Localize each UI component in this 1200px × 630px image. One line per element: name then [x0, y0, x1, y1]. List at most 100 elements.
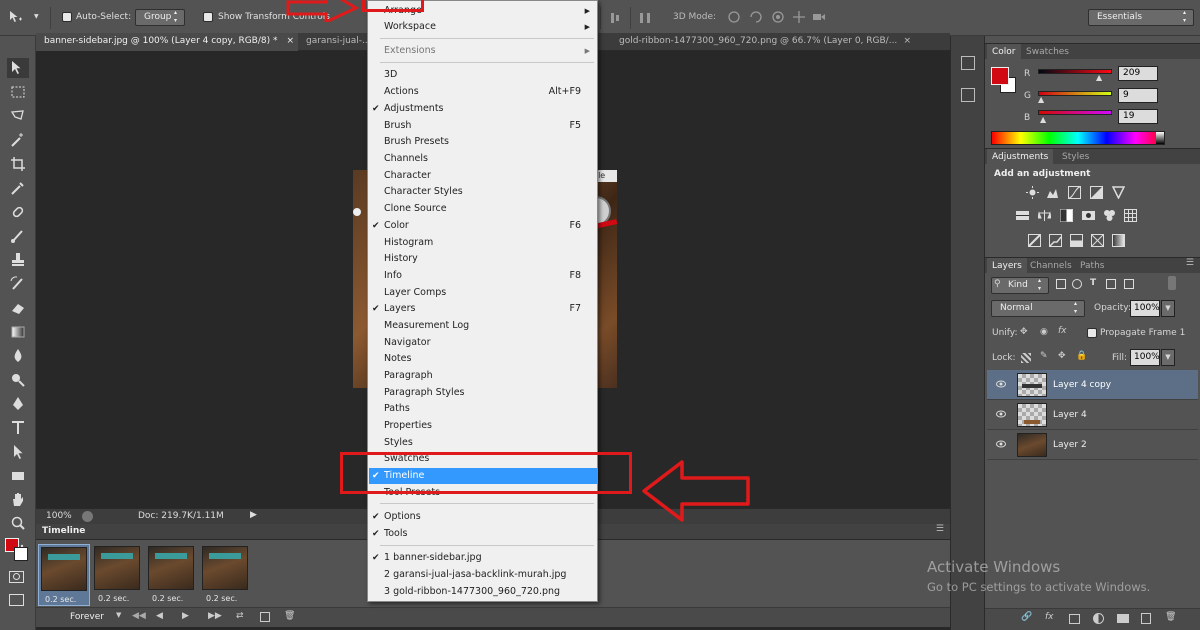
- filter-adjustment-icon[interactable]: [1072, 279, 1082, 289]
- preset-dropdown-arrow-icon[interactable]: ▼: [34, 13, 39, 20]
- auto-select-checkbox[interactable]: [62, 12, 72, 22]
- doc-tab-banner-sidebar[interactable]: banner-sidebar.jpg @ 100% (Layer 4 copy,…: [36, 33, 298, 51]
- menu-item-tools[interactable]: ✔ Tools: [369, 526, 597, 542]
- pen-tool-icon[interactable]: [7, 394, 29, 414]
- link-layers-icon[interactable]: 🔗: [1021, 612, 1032, 622]
- 3d-roll-icon[interactable]: [749, 10, 763, 24]
- history-panel-icon[interactable]: [961, 56, 975, 70]
- tab-styles[interactable]: Styles: [1057, 149, 1094, 165]
- delete-layer-icon[interactable]: 🗑: [1165, 612, 1176, 622]
- move-tool-icon[interactable]: [7, 58, 29, 78]
- brush-tool-icon[interactable]: [7, 226, 29, 246]
- menu-item-properties[interactable]: Properties: [369, 418, 597, 434]
- opacity-dropdown-icon[interactable]: ▼: [1161, 300, 1175, 317]
- gradient-map-icon[interactable]: [1112, 234, 1125, 247]
- share-icon[interactable]: [82, 511, 93, 522]
- clone-stamp-tool-icon[interactable]: [7, 250, 29, 270]
- status-menu-arrow-icon[interactable]: ▶: [250, 510, 257, 520]
- frame-delay[interactable]: 0.2 sec.: [206, 594, 237, 603]
- prev-frame-icon[interactable]: ◀: [156, 611, 163, 621]
- hand-tool-icon[interactable]: [7, 490, 29, 510]
- slider-thumb-icon[interactable]: ▲: [1096, 73, 1102, 82]
- photo-filter-icon[interactable]: [1082, 209, 1095, 222]
- menu-item-channels[interactable]: Channels: [369, 151, 597, 167]
- layer-row[interactable]: Layer 4: [987, 400, 1198, 430]
- menu-item-navigator[interactable]: Navigator: [369, 335, 597, 351]
- lock-all-icon[interactable]: 🔒: [1076, 351, 1087, 361]
- tab-adjustments[interactable]: Adjustments: [987, 149, 1054, 165]
- rectangle-tool-icon[interactable]: [7, 466, 29, 486]
- selective-color-icon[interactable]: [1091, 234, 1104, 247]
- tab-layers[interactable]: Layers: [987, 258, 1027, 274]
- visibility-eye-icon[interactable]: [996, 380, 1006, 388]
- slider-thumb-icon[interactable]: ▲: [1040, 115, 1046, 124]
- visibility-eye-icon[interactable]: [996, 440, 1006, 448]
- frame-delay[interactable]: 0.2 sec.: [98, 594, 129, 603]
- channel-value-b[interactable]: 19: [1118, 109, 1158, 124]
- tab-paths[interactable]: Paths: [1075, 258, 1109, 274]
- propagate-checkbox[interactable]: [1087, 328, 1097, 338]
- type-tool-icon[interactable]: [7, 418, 29, 438]
- frame-delay[interactable]: 0.2 sec.: [45, 595, 76, 604]
- menu-item-paragraph[interactable]: Paragraph: [369, 368, 597, 384]
- background-color-swatch[interactable]: [14, 547, 28, 561]
- menu-item-color[interactable]: ✔ Color F6: [369, 218, 597, 234]
- workspace-dropdown[interactable]: Essentials: [1088, 9, 1194, 26]
- doc-tab-garansi[interactable]: garansi-jual-...: [298, 33, 368, 51]
- new-group-icon[interactable]: [1117, 614, 1129, 623]
- layer-row[interactable]: Layer 2: [987, 430, 1198, 460]
- move-tool-preset-icon[interactable]: [8, 10, 22, 24]
- levels-icon[interactable]: [1046, 186, 1059, 199]
- healing-brush-tool-icon[interactable]: [7, 202, 29, 222]
- visibility-eye-icon[interactable]: [996, 410, 1006, 418]
- filter-shape-icon[interactable]: [1106, 279, 1116, 289]
- zoom-tool-icon[interactable]: [7, 514, 29, 534]
- timeline-frame[interactable]: 3 0.2 sec.: [146, 544, 198, 606]
- menu-item-measurement-log[interactable]: Measurement Log: [369, 318, 597, 334]
- auto-select-dropdown[interactable]: Group: [135, 9, 185, 26]
- timeline-frame[interactable]: 4 0.2 sec.: [200, 544, 252, 606]
- path-selection-tool-icon[interactable]: [7, 442, 29, 462]
- menu-item-notes[interactable]: Notes: [369, 351, 597, 367]
- menu-item-info[interactable]: Info F8: [369, 268, 597, 284]
- threshold-icon[interactable]: [1070, 234, 1083, 247]
- crop-tool-icon[interactable]: [7, 154, 29, 174]
- hue-saturation-icon[interactable]: [1016, 209, 1029, 222]
- menu-item-paths[interactable]: Paths: [369, 401, 597, 417]
- unify-position-icon[interactable]: ✥: [1020, 327, 1028, 337]
- menu-item-adjustments[interactable]: ✔ Adjustments: [369, 101, 597, 117]
- brightness-contrast-icon[interactable]: [1026, 186, 1039, 199]
- color-balance-icon[interactable]: [1037, 209, 1052, 222]
- filter-pixel-icon[interactable]: [1056, 279, 1066, 289]
- menu-item-paragraph-styles[interactable]: Paragraph Styles: [369, 385, 597, 401]
- vibrance-icon[interactable]: [1111, 186, 1126, 200]
- next-frame-icon[interactable]: ▶▶: [208, 611, 222, 621]
- color-lookup-icon[interactable]: [1124, 209, 1137, 222]
- menu-item-extensions[interactable]: Extensions ▶: [369, 43, 597, 59]
- channel-value-r[interactable]: 209: [1118, 66, 1158, 81]
- menu-item-brush[interactable]: Brush F5: [369, 118, 597, 134]
- unify-visibility-icon[interactable]: ◉: [1040, 327, 1048, 337]
- lock-image-icon[interactable]: ✎: [1040, 351, 1048, 361]
- menu-item-options[interactable]: ✔ Options: [369, 509, 597, 525]
- channel-value-g[interactable]: 9: [1118, 88, 1158, 103]
- menu-item-recent-3[interactable]: 3 gold-ribbon-1477300_960_720.png: [369, 584, 597, 600]
- panel-menu-icon[interactable]: ☰: [936, 524, 944, 534]
- delete-frame-icon[interactable]: 🗑: [284, 611, 295, 621]
- slider-thumb-icon[interactable]: ▲: [1038, 95, 1044, 104]
- tab-channels[interactable]: Channels: [1025, 258, 1077, 274]
- menu-item-recent-2[interactable]: 2 garansi-jual-jasa-backlink-murah.jpg: [369, 567, 597, 583]
- first-frame-icon[interactable]: ◀◀: [132, 611, 146, 621]
- properties-panel-icon[interactable]: [961, 88, 975, 102]
- filter-smart-object-icon[interactable]: [1124, 279, 1134, 289]
- fill-dropdown-icon[interactable]: ▼: [1161, 349, 1175, 366]
- posterize-icon[interactable]: [1049, 234, 1062, 247]
- 3d-scale-icon[interactable]: [812, 10, 826, 24]
- lock-position-icon[interactable]: ✥: [1058, 351, 1066, 361]
- screen-mode-icon[interactable]: [9, 594, 24, 606]
- 3d-drag-icon[interactable]: [771, 10, 785, 24]
- loop-dropdown[interactable]: Forever: [70, 612, 104, 622]
- filter-type-icon[interactable]: T: [1090, 278, 1096, 288]
- distribute-icon[interactable]: [638, 11, 652, 25]
- opacity-input[interactable]: 100%: [1130, 300, 1160, 317]
